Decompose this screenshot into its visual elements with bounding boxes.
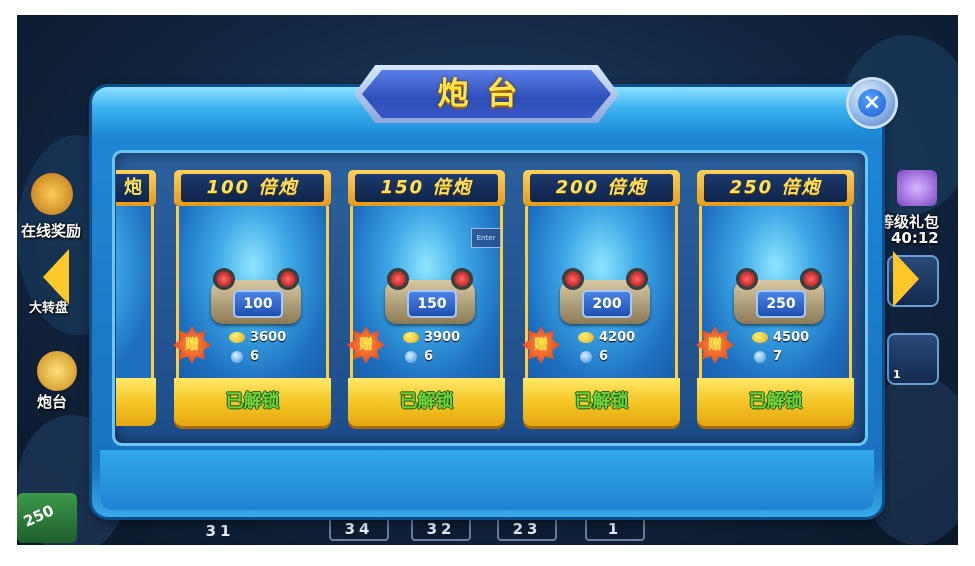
- unlock-button[interactable]: 已解锁: [174, 378, 331, 426]
- cannon-select-modal: 炮台 × 炮 100 倍炮 100 赠 3600 6 已解锁 150 倍炮 En…: [92, 65, 895, 517]
- unlock-button[interactable]: 已解锁: [348, 378, 505, 426]
- card-body: Enter 150 赠 3900 6: [347, 206, 503, 378]
- coin-reward: 4200: [578, 330, 635, 346]
- coin-icon: [752, 332, 768, 343]
- card-body: 250 赠 4500 7: [696, 206, 852, 378]
- cannon-card-100[interactable]: 100 倍炮 100 赠 3600 6 已解锁: [173, 170, 331, 426]
- slot-count: 1: [893, 368, 901, 381]
- online-reward-icon[interactable]: [31, 173, 73, 215]
- coin-amount: 4200: [599, 330, 636, 345]
- gem-reward: 6: [229, 349, 259, 365]
- right-slot-badge[interactable]: 1: [887, 333, 939, 385]
- coin-amount: 3900: [424, 330, 461, 345]
- cannon-level: 150: [407, 290, 457, 318]
- coin-icon: [578, 332, 594, 343]
- coin-reward: 4500: [752, 330, 809, 346]
- bottom-counter: 34: [329, 517, 389, 541]
- cannon-barrel: [626, 268, 648, 290]
- bottom-counter: 1: [585, 517, 645, 541]
- modal-title: 炮台: [437, 76, 536, 112]
- bottom-counter: 23: [497, 517, 557, 541]
- card-title: 100 倍炮: [206, 177, 299, 198]
- unlock-button[interactable]: [116, 378, 156, 426]
- coin-reward: 3900: [403, 330, 460, 346]
- card-body: 100 赠 3600 6: [173, 206, 329, 378]
- modal-bottom-bar: [100, 450, 874, 510]
- card-title: 250 倍炮: [729, 177, 822, 198]
- close-icon: ×: [858, 89, 886, 117]
- card-title: 200 倍炮: [555, 177, 648, 198]
- coin-icon: [403, 332, 419, 343]
- gem-reward: 6: [403, 349, 433, 365]
- cannon-barrel: [451, 268, 473, 290]
- online-reward-label[interactable]: 在线奖励: [21, 220, 81, 241]
- bottom-counter: 32: [411, 517, 471, 541]
- gem-amount: 6: [250, 349, 260, 364]
- cannon-menu-label[interactable]: 炮台: [37, 391, 67, 412]
- cannon-barrel: [800, 268, 822, 290]
- badge-value: 250: [20, 501, 57, 531]
- gift-box-icon[interactable]: [897, 170, 937, 206]
- enter-tag[interactable]: Enter: [471, 228, 501, 248]
- cannon-menu-icon[interactable]: [37, 351, 77, 391]
- card-body: 200 赠 4200 6: [522, 206, 678, 378]
- unlock-button[interactable]: 已解锁: [697, 378, 854, 426]
- gift-label: 赠: [708, 337, 722, 353]
- cannon-level: 200: [582, 290, 632, 318]
- bottom-counter: 31: [205, 522, 235, 540]
- cannon-card-150[interactable]: 150 倍炮 Enter 150 赠 3900 6 已解锁: [347, 170, 505, 426]
- cannon-level: 100: [233, 290, 283, 318]
- gift-label: 赠: [534, 337, 548, 353]
- cannon-level: 250: [756, 290, 806, 318]
- level-gift-timer: 40:12: [891, 229, 939, 247]
- cannon-card-250[interactable]: 250 倍炮 250 赠 4500 7 已解锁: [696, 170, 854, 426]
- game-scene: 在线奖励 大转盘 炮台 250 等级礼包 40:12 1 1 31 34 32 …: [17, 15, 958, 545]
- card-title: 炮: [124, 177, 142, 198]
- gift-label: 赠: [185, 337, 199, 353]
- gem-amount: 6: [599, 349, 609, 364]
- card-body: [116, 206, 154, 378]
- cannon-barrel: [277, 268, 299, 290]
- gem-amount: 6: [424, 349, 434, 364]
- cannon-card-200[interactable]: 200 倍炮 200 赠 4200 6 已解锁: [522, 170, 680, 426]
- gem-icon: [580, 350, 592, 363]
- gem-icon: [405, 350, 417, 363]
- right-arrow-icon[interactable]: [893, 251, 919, 307]
- gem-reward: 6: [578, 349, 608, 365]
- gem-amount: 7: [773, 349, 783, 364]
- coin-amount: 3600: [250, 330, 287, 345]
- cannon-icon: 200: [560, 268, 650, 324]
- cannon-icon: 100: [211, 268, 301, 324]
- wheel-label[interactable]: 大转盘: [29, 297, 68, 316]
- bottom-left-badge: 250: [17, 493, 77, 543]
- coin-reward: 3600: [229, 330, 286, 346]
- gem-icon: [754, 350, 766, 363]
- unlock-button[interactable]: 已解锁: [523, 378, 680, 426]
- cannon-barrel: [562, 268, 584, 290]
- cannon-barrel: [736, 268, 758, 290]
- cannon-barrel: [213, 268, 235, 290]
- card-title: 150 倍炮: [380, 177, 473, 198]
- gift-label: 赠: [359, 337, 373, 353]
- cannon-icon: 250: [734, 268, 824, 324]
- gem-reward: 7: [752, 349, 782, 365]
- cannon-barrel: [387, 268, 409, 290]
- cannon-icon: 150: [385, 268, 475, 324]
- close-button[interactable]: ×: [849, 80, 895, 126]
- cannon-card-partial[interactable]: 炮: [116, 170, 156, 426]
- coin-icon: [229, 332, 245, 343]
- gem-icon: [231, 350, 243, 363]
- coin-amount: 4500: [773, 330, 810, 345]
